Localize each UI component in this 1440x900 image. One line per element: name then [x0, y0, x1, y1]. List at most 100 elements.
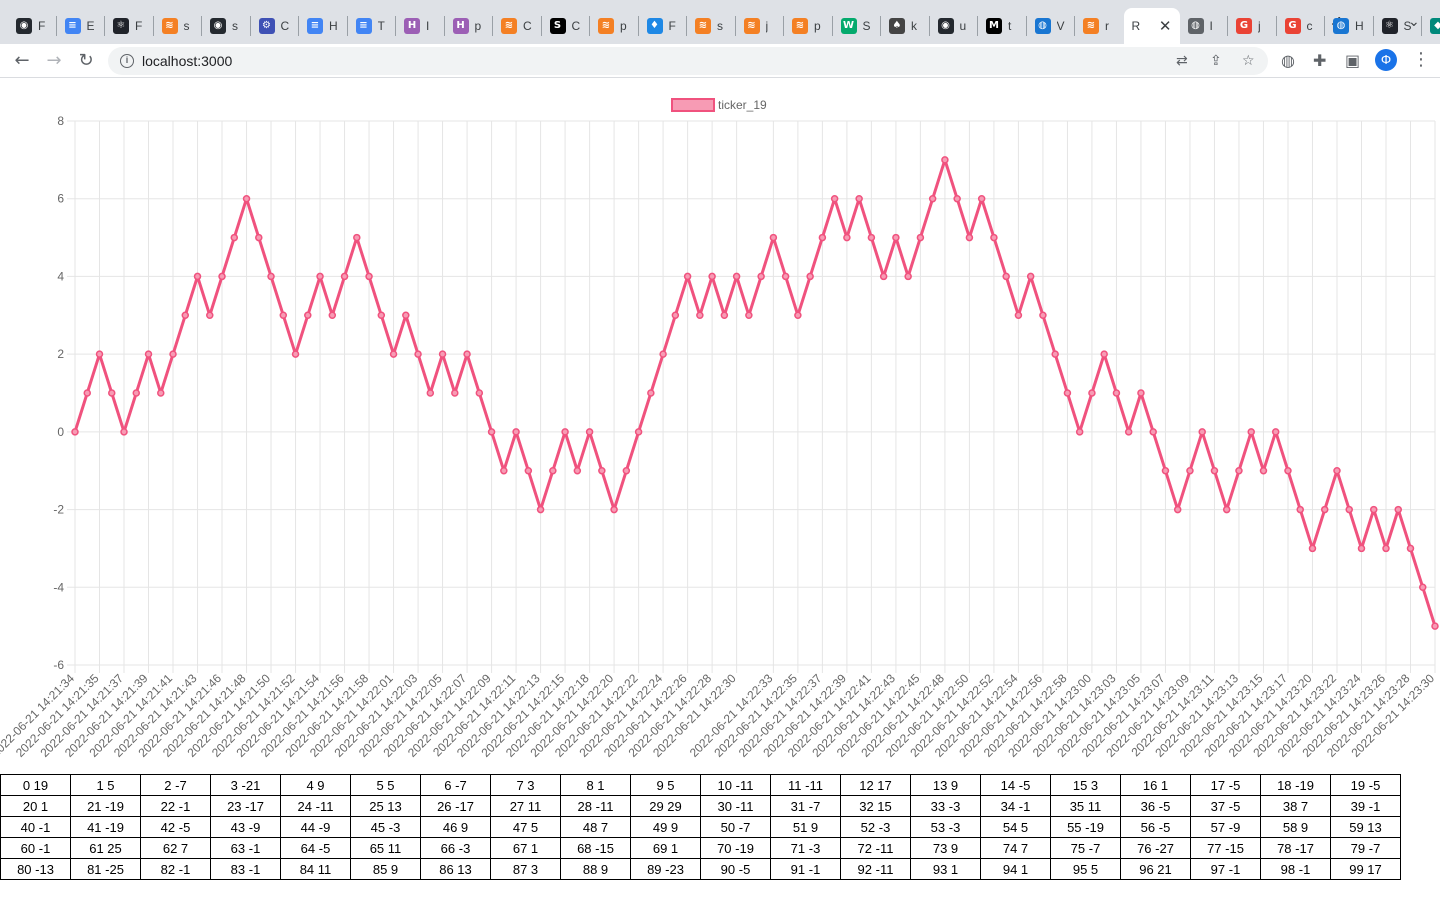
stackoverflow-icon: ≋	[695, 18, 711, 34]
data-point	[745, 311, 753, 320]
browser-tab[interactable]: ◍ V	[1027, 8, 1076, 44]
data-point	[1394, 505, 1402, 514]
data-point	[316, 272, 324, 281]
browser-tab[interactable]: SC	[542, 8, 591, 44]
table-cell: 97 -1	[1190, 858, 1261, 880]
address-bar[interactable]: i localhost:3000 ⇄ ⇪ ☆	[108, 47, 1268, 75]
browser-tab[interactable]: ◍ I	[1180, 8, 1229, 44]
translate-icon[interactable]: ⇄	[1176, 53, 1188, 69]
stackoverflow-icon: ≋	[501, 18, 517, 34]
table-cell: 65 11	[350, 837, 421, 859]
table-cell: 43 -9	[210, 816, 281, 838]
site-info-icon[interactable]: i	[120, 54, 134, 68]
side-panel-icon[interactable]: ▣	[1345, 51, 1360, 70]
data-point	[928, 194, 937, 203]
data-point	[1075, 428, 1084, 436]
data-point	[1039, 311, 1047, 320]
data-point	[1100, 350, 1108, 358]
data-point	[536, 505, 545, 514]
table-cell: 59 13	[1330, 816, 1401, 838]
data-point	[500, 466, 508, 475]
table-cell: 78 -17	[1260, 837, 1331, 859]
bookmark-star-icon[interactable]: ☆	[1242, 53, 1255, 69]
browser-tab[interactable]: ◉ s	[202, 8, 251, 44]
browser-toolbar: ← → ↻ i localhost:3000 ⇄ ⇪ ☆ ◍ ✚ ▣ Ф ⋮	[0, 44, 1440, 78]
browser-tab[interactable]: ≋ p	[784, 8, 833, 44]
data-point	[1431, 622, 1439, 630]
table-row: 40 -1 41 -19 42 -5 43 -9 44 -9 45 -3 46 9 47 54…	[0, 816, 1401, 838]
browser-tab[interactable]: HI	[396, 8, 445, 44]
reload-button[interactable]: ↻	[74, 49, 98, 73]
table-cell: 41 -19	[70, 816, 141, 838]
table-cell: 53 -3	[910, 816, 981, 838]
browser-tab[interactable]: WS	[833, 8, 882, 44]
data-point	[1137, 389, 1145, 397]
data-point	[1406, 544, 1415, 553]
browser-tab[interactable]: ◉ u	[930, 8, 979, 44]
browser-tab[interactable]: R ✕	[1123, 8, 1180, 44]
table-cell: 14 -5	[980, 774, 1051, 796]
table-cell: 67 1	[490, 837, 561, 859]
table-cell: 74 7	[980, 837, 1051, 859]
stackoverflow-icon: ≋	[792, 18, 808, 34]
table-cell: 20 1	[0, 795, 71, 817]
data-point	[794, 311, 802, 320]
browser-tab[interactable]: Mt	[978, 8, 1027, 44]
profile-avatar[interactable]: Ф	[1375, 49, 1397, 71]
share-icon[interactable]: ⇪	[1210, 53, 1222, 69]
browser-tab[interactable]: ≡ T	[348, 8, 397, 44]
back-button[interactable]: ←	[10, 49, 34, 73]
browser-tab[interactable]: Gc	[1277, 8, 1326, 44]
forward-button[interactable]: →	[42, 49, 66, 73]
browser-tab[interactable]: Hp	[445, 8, 494, 44]
table-cell: 44 -9	[280, 816, 351, 838]
browser-tab[interactable]: ≡ H	[299, 8, 348, 44]
table-cell: 52 -3	[840, 816, 911, 838]
data-point	[402, 311, 410, 320]
browser-tab[interactable]: ≋ s	[687, 8, 736, 44]
tab-title: I	[1209, 19, 1213, 33]
tab-strip: + ⌄ ◉F≡E⚛F≋s◉s⚙C≡H≡THIHp≋CSC≋p♦F≋s≋j≋pWS…	[0, 0, 1440, 44]
y-tick-label: 6	[57, 192, 64, 206]
table-cell: 98 -1	[1260, 858, 1331, 880]
browser-menu-button[interactable]: ⋮	[1412, 49, 1430, 70]
react-icon: ⚛	[1381, 18, 1398, 34]
browser-tab[interactable]: ≋ j	[736, 8, 785, 44]
data-point	[279, 311, 288, 320]
extensions-puzzle-icon[interactable]: ✚	[1313, 51, 1326, 70]
data-point	[1247, 428, 1255, 436]
browser-tab[interactable]: Gj	[1228, 8, 1277, 44]
browser-tab[interactable]: ◆H	[1422, 8, 1440, 44]
data-point	[1210, 466, 1219, 475]
browser-tab[interactable]: ≋ r	[1075, 8, 1124, 44]
tab-title: j	[1258, 19, 1261, 33]
close-tab-icon[interactable]: ✕	[1159, 17, 1172, 35]
browser-tab[interactable]: ♠ k	[881, 8, 930, 44]
table-row: 0 19 1 52 -7 3 -21 4 95 56 -7 7 38 19 5 10 -1…	[0, 774, 1401, 796]
table-cell: 26 -17	[420, 795, 491, 817]
table-cell: 8 1	[560, 774, 631, 796]
browser-tab[interactable]: ≡ E	[57, 8, 106, 44]
gear-icon: ⚙	[258, 18, 275, 34]
browser-tab[interactable]: ≋ p	[590, 8, 639, 44]
browser-tab[interactable]: ♦ F	[639, 8, 688, 44]
browser-tab[interactable]: ⚛ S	[1374, 8, 1423, 44]
data-point	[610, 505, 618, 514]
data-point	[157, 389, 165, 397]
table-cell: 55 -19	[1050, 816, 1121, 838]
data-point	[1382, 544, 1390, 553]
browser-tab[interactable]: ◍ H	[1325, 8, 1374, 44]
browser-tab[interactable]: ◉ F	[8, 8, 57, 44]
browser-tab[interactable]: ⚛ F	[105, 8, 154, 44]
globe-extension-icon[interactable]: ◍	[1281, 51, 1295, 70]
tab-title: u	[959, 19, 967, 33]
table-cell: 7 3	[490, 774, 561, 796]
data-point	[585, 428, 594, 436]
line-chart: ticker_19-6-4-2024682022-06-21 14:21:342…	[0, 98, 1439, 760]
table-cell: 96 21	[1120, 858, 1191, 880]
table-cell: 40 -1	[0, 816, 71, 838]
table-cell: 31 -7	[770, 795, 841, 817]
browser-tab[interactable]: ≋ C	[493, 8, 542, 44]
browser-tab[interactable]: ⚙ C	[251, 8, 300, 44]
browser-tab[interactable]: ≋ s	[154, 8, 203, 44]
